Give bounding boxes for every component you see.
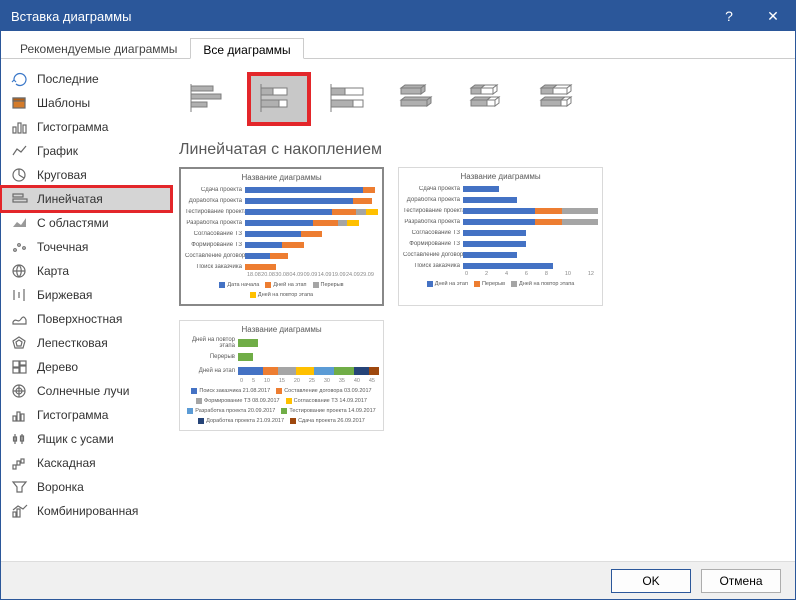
sidebar-item-11[interactable]: Лепестковая xyxy=(1,331,171,355)
chart-preview-2[interactable]: Название диаграммыДней на повтор этапаПе… xyxy=(179,320,384,431)
chart-previews: Название диаграммыСдача проектаДоработка… xyxy=(179,167,779,431)
chart-type-icon xyxy=(11,239,29,255)
chart-type-icon xyxy=(11,311,29,327)
sidebar-item-17[interactable]: Воронка xyxy=(1,475,171,499)
chart-type-icon xyxy=(11,479,29,495)
chart-type-icon xyxy=(11,383,29,399)
subtype-row xyxy=(179,67,779,131)
sidebar-item-label: Точечная xyxy=(37,240,88,254)
tab-recommended[interactable]: Рекомендуемые диаграммы xyxy=(7,37,190,58)
tab-strip: Рекомендуемые диаграммы Все диаграммы xyxy=(1,31,795,59)
sidebar-item-0[interactable]: Последние xyxy=(1,67,171,91)
sidebar-item-label: Каскадная xyxy=(37,456,96,470)
chart-type-icon xyxy=(11,95,29,111)
sidebar-item-label: С областями xyxy=(37,216,109,230)
chart-type-icon xyxy=(11,119,29,135)
chart-type-icon xyxy=(11,167,29,183)
sidebar-item-14[interactable]: Гистограмма xyxy=(1,403,171,427)
chart-type-icon xyxy=(11,287,29,303)
subtype-3d-stacked-bar[interactable] xyxy=(461,76,517,122)
cancel-button[interactable]: Отмена xyxy=(701,569,781,593)
sidebar-item-8[interactable]: Карта xyxy=(1,259,171,283)
sidebar-item-label: Последние xyxy=(37,72,99,86)
chart-type-list: Последние Шаблоны Гистограмма График Кругова… xyxy=(1,59,171,561)
sidebar-item-15[interactable]: Ящик с усами xyxy=(1,427,171,451)
subtype-100pct-bar[interactable] xyxy=(321,76,377,122)
chart-type-icon xyxy=(11,431,29,447)
titlebar: Вставка диаграммы ? ✕ xyxy=(1,1,795,31)
chart-type-icon xyxy=(11,71,29,87)
sidebar-item-label: Линейчатая xyxy=(37,192,103,206)
sidebar-item-label: Воронка xyxy=(37,480,84,494)
sidebar-item-7[interactable]: Точечная xyxy=(1,235,171,259)
subtype-stacked-bar[interactable] xyxy=(251,76,307,122)
sidebar-item-10[interactable]: Поверхностная xyxy=(1,307,171,331)
sidebar-item-16[interactable]: Каскадная xyxy=(1,451,171,475)
sidebar-item-2[interactable]: Гистограмма xyxy=(1,115,171,139)
main-panel: Линейчатая с накоплением Название диагра… xyxy=(171,59,795,561)
chart-type-icon xyxy=(11,407,29,423)
chart-type-icon xyxy=(11,503,29,519)
preview-title: Название диаграммы xyxy=(185,173,378,182)
sidebar-item-label: Поверхностная xyxy=(37,312,122,326)
sidebar-item-label: Дерево xyxy=(37,360,78,374)
dialog-footer: OK Отмена xyxy=(1,561,795,599)
sidebar-item-label: Биржевая xyxy=(37,288,92,302)
tab-all[interactable]: Все диаграммы xyxy=(190,38,303,59)
sidebar-item-label: Шаблоны xyxy=(37,96,90,110)
chart-type-icon xyxy=(11,191,29,207)
chart-type-icon xyxy=(11,143,29,159)
sidebar-item-label: Лепестковая xyxy=(37,336,108,350)
sidebar-item-18[interactable]: Комбинированная xyxy=(1,499,171,523)
chart-type-icon xyxy=(11,263,29,279)
sidebar-item-label: Карта xyxy=(37,264,69,278)
subtype-3d-100pct-bar[interactable] xyxy=(531,76,587,122)
chart-type-icon xyxy=(11,335,29,351)
preview-title: Название диаграммы xyxy=(184,325,379,334)
sidebar-item-label: Круговая xyxy=(37,168,87,182)
sidebar-item-label: Ящик с усами xyxy=(37,432,114,446)
chart-preview-1[interactable]: Название диаграммыСдача проектаДоработка… xyxy=(398,167,603,306)
sidebar-item-5[interactable]: Линейчатая xyxy=(1,187,171,211)
sidebar-item-12[interactable]: Дерево xyxy=(1,355,171,379)
preview-title: Название диаграммы xyxy=(403,172,598,181)
window-title: Вставка диаграммы xyxy=(11,9,707,24)
chart-preview-0[interactable]: Название диаграммыСдача проектаДоработка… xyxy=(179,167,384,306)
subtype-title: Линейчатая с накоплением xyxy=(179,141,779,159)
sidebar-item-label: Комбинированная xyxy=(37,504,138,518)
sidebar-item-13[interactable]: Солнечные лучи xyxy=(1,379,171,403)
subtype-3d-clustered-bar[interactable] xyxy=(391,76,447,122)
chart-type-icon xyxy=(11,455,29,471)
sidebar-item-9[interactable]: Биржевая xyxy=(1,283,171,307)
sidebar-item-label: Солнечные лучи xyxy=(37,384,129,398)
sidebar-item-label: Гистограмма xyxy=(37,120,108,134)
sidebar-item-1[interactable]: Шаблоны xyxy=(1,91,171,115)
close-button[interactable]: ✕ xyxy=(751,1,795,31)
chart-type-icon xyxy=(11,215,29,231)
ok-button[interactable]: OK xyxy=(611,569,691,593)
help-button[interactable]: ? xyxy=(707,1,751,31)
subtype-clustered-bar[interactable] xyxy=(181,76,237,122)
sidebar-item-3[interactable]: График xyxy=(1,139,171,163)
sidebar-item-4[interactable]: Круговая xyxy=(1,163,171,187)
sidebar-item-label: Гистограмма xyxy=(37,408,108,422)
sidebar-item-6[interactable]: С областями xyxy=(1,211,171,235)
chart-type-icon xyxy=(11,359,29,375)
sidebar-item-label: График xyxy=(37,144,78,158)
